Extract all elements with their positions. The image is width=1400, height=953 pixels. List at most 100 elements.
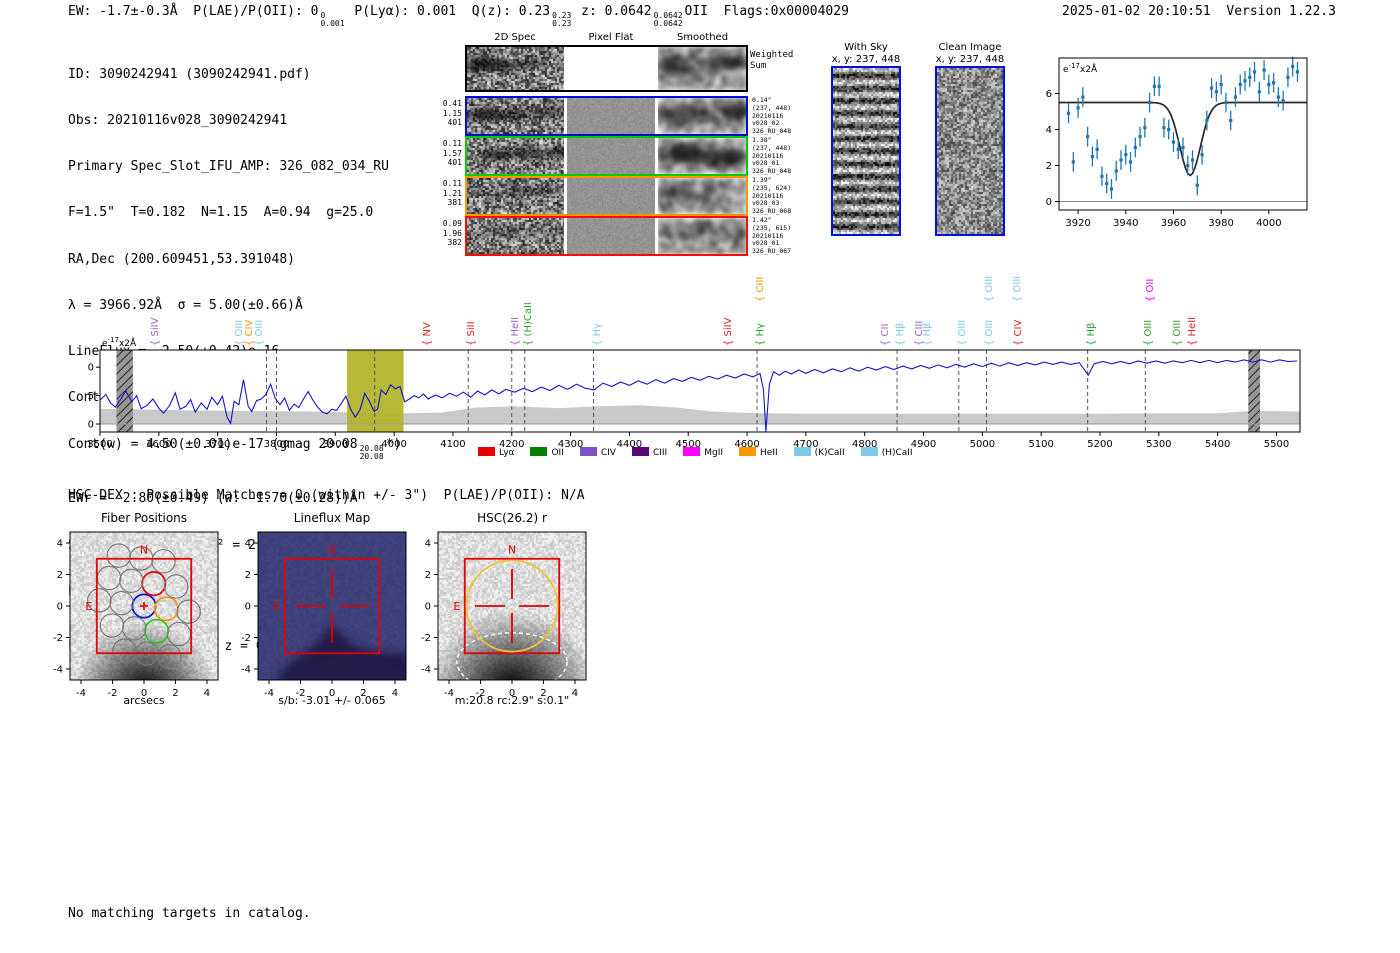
line-label-hβ: { Hβ (895, 322, 907, 346)
fiber-circle-gray (151, 549, 176, 574)
line-label-ciii: { CIII (755, 276, 767, 302)
data-point (1233, 95, 1238, 99)
with-sky-image (833, 68, 899, 234)
spec2d-row-annotation: 1.39" (235, 624) 20210116 v028_03 326_RU_068 (752, 176, 792, 216)
tick-label: 5500 (1264, 439, 1289, 450)
tick-label: 5400 (1205, 439, 1230, 450)
data-point (1162, 126, 1166, 130)
data-point (1281, 99, 1285, 103)
data-point (1119, 158, 1123, 162)
fiber-circle-gray (106, 543, 132, 568)
data-point (1181, 145, 1185, 150)
data-point (1152, 84, 1156, 88)
spec2d-header-2dspec: 2D Spec (494, 32, 536, 43)
line-label-cii: { CII (880, 323, 892, 346)
lineflux-map-xlabel: s/b: -3.01 +/- 0.065 (278, 694, 386, 707)
data-point (1214, 90, 1218, 94)
line-label-heii: { HeII (1186, 316, 1198, 346)
pixelflat-image (567, 98, 655, 134)
fiber-circle-gray (109, 590, 134, 616)
legend-label: MgII (704, 448, 724, 458)
spec2d-row (465, 96, 748, 136)
fiber-circle-gray (166, 621, 192, 647)
line-label-oiii: { OIII (984, 275, 996, 302)
data-point (1071, 160, 1075, 164)
tick-label: 3940 (1113, 218, 1138, 229)
legend-swatch (739, 447, 757, 456)
data-point (1295, 70, 1300, 74)
legend-label: (K)CaII (814, 448, 845, 458)
tick-label: 3500 (88, 439, 113, 450)
line-label-civ: { CIV (1013, 319, 1025, 346)
fiber-circle-gray (163, 574, 189, 599)
data-point (1148, 100, 1152, 105)
data-point (1105, 181, 1109, 186)
data-point (1257, 90, 1261, 94)
tick-label: 5000 (970, 439, 995, 450)
line-label-siiv: { SiIV (723, 317, 735, 346)
tick-label: 2 (425, 570, 431, 581)
data-point (1167, 127, 1171, 132)
report-header: EW: -1.7±-0.3Å P(LAE)/P(OII): 0 0 0.001 P(… (68, 4, 849, 28)
data-point (1205, 118, 1209, 123)
weighted-sum-label: Weighted Sum (750, 50, 794, 71)
data-point (1157, 84, 1161, 88)
data-point (1248, 75, 1252, 79)
spec2d-row-left-label: 0.11 1.57 401 (442, 139, 462, 167)
stat-z-bounds: 0.0642 0.0642 (653, 11, 683, 28)
footer-note: No matching targets in catalog. Row inte… (68, 906, 311, 953)
tick-label: -2 (241, 633, 251, 644)
line-fit-svg: 3920 3940 3960 3980 40000246e-17x2Å (1046, 56, 1308, 229)
hsc-dex-line: HSC-DEX : Possible Matches = 0 (within +… (68, 488, 585, 503)
tick-label: -2 (53, 633, 63, 644)
data-point (1224, 100, 1228, 105)
data-point (1133, 145, 1137, 150)
with-sky-frame (831, 66, 901, 236)
data-point (1076, 106, 1080, 110)
line-label-siii: { SiII (466, 321, 478, 346)
stat-z: z: 0.0642 (581, 4, 652, 19)
legend-swatch (530, 447, 548, 456)
spectrum-unit-label: e-17x2Å (102, 336, 137, 349)
tick-label: 0 (245, 602, 251, 613)
data-point (1200, 153, 1204, 157)
spec2d-row-annotation: 0.14" (237, 448) 20210116 v028_02 326_RU_048 (752, 96, 792, 136)
elixer-report-page: EW: -1.7±-0.3Å P(LAE)/P(OII): 0 0 0.001 P(… (0, 0, 1400, 953)
hsc-r-overlay: NE-4-4-2-2002244 (421, 531, 587, 699)
clean-image-image (937, 68, 1003, 234)
detected-line-band (347, 350, 404, 432)
tick-label: -4 (241, 664, 251, 675)
data-point (1243, 79, 1247, 83)
line-label-hγ: { Hγ (755, 323, 767, 346)
info-fiber-stats: F=1.5" T=0.182 N=1.15 A=0.94 g=25.0 (68, 205, 374, 221)
data-point (1124, 153, 1128, 157)
tick-label: 0 (425, 602, 431, 613)
legend-label: CIII (652, 448, 668, 458)
tick-label: 4000 (1256, 218, 1281, 229)
data-point (1100, 174, 1104, 178)
tick-label: 5100 (1028, 439, 1053, 450)
tick-label: 2 (1046, 161, 1052, 172)
hsc-r-title: HSC(26.2) r (477, 511, 547, 525)
tick-label: 0 (57, 602, 63, 613)
legend-item: Lyα (478, 447, 514, 458)
spec2d-image (467, 178, 564, 214)
spec2d-image (467, 138, 564, 174)
info-radec: RA,Dec (200.609451,53.391048) (68, 251, 295, 267)
fiber-circle-gray (96, 565, 122, 591)
spectrum-legend: Lyα OII CIV CIII MgII HeII (K)CaII (H)CaII (478, 447, 913, 458)
data-point (1109, 187, 1114, 191)
tick-label: 3700 (205, 439, 230, 450)
data-point (1229, 118, 1233, 123)
lineflux-map-title: Lineflux Map (293, 511, 371, 525)
stat-plya: P(Lyα): 0.001 (354, 4, 457, 19)
tick-label: 3960 (1161, 218, 1186, 229)
masked-region (116, 350, 133, 432)
fiber-positions-title: Fiber Positions (100, 511, 188, 525)
legend-swatch (793, 447, 811, 456)
pixelflat-image (567, 138, 655, 174)
data-point (1176, 147, 1180, 151)
info-id: ID: 3090242941 (3090242941.pdf) (68, 66, 311, 82)
line-label-oiii: { OIII (1172, 319, 1184, 346)
legend-item: CIII (631, 447, 668, 458)
